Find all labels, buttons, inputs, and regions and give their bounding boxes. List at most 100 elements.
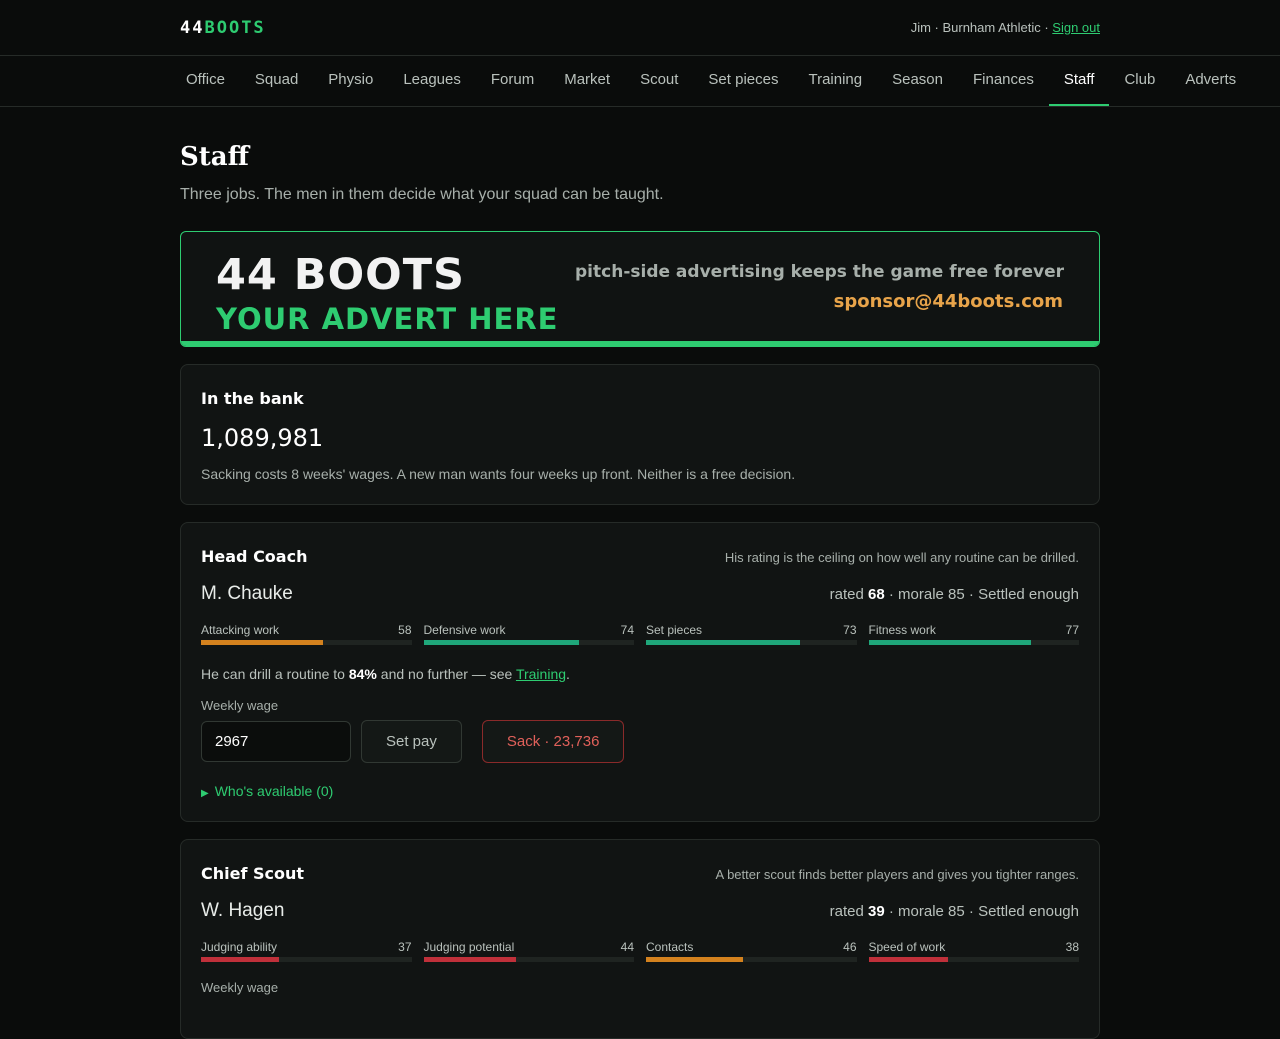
sign-out-link[interactable]: Sign out (1052, 20, 1100, 35)
attribute-label: Attacking work (201, 623, 280, 637)
attribute-bar-fill (646, 640, 800, 645)
wage-controls: Set pay Sack · 23,736 (201, 720, 1079, 763)
main-content: Staff Three jobs. The men in them decide… (180, 107, 1100, 1039)
drill-prefix: He can drill a routine to (201, 666, 349, 682)
nav-tab-club[interactable]: Club (1109, 56, 1170, 106)
top-bar: 44BOOTS Jim · Burnham Athletic · Sign ou… (0, 0, 1280, 56)
training-link[interactable]: Training (516, 666, 566, 682)
head-coach-name: M. Chauke (201, 583, 293, 604)
nav-tab-training[interactable]: Training (793, 56, 877, 106)
attribute-header: Attacking work 58 (201, 623, 412, 637)
advert-slogan: YOUR ADVERT HERE (216, 302, 559, 336)
meta-suffix: · morale 85 · Settled enough (884, 586, 1079, 603)
nav-tab-season[interactable]: Season (877, 56, 958, 106)
attribute-value: 38 (1065, 940, 1079, 954)
attribute-header: Speed of work 38 (869, 940, 1080, 954)
whos-available-toggle[interactable]: ▶ Who's available (0) (201, 783, 1079, 799)
wage-input[interactable] (201, 721, 351, 762)
attribute-value: 73 (843, 623, 857, 637)
chief-scout-attributes: Judging ability 37 Judging potential 44 Cont… (201, 940, 1079, 962)
logo-suffix: BOOTS (204, 18, 266, 38)
logo-prefix: 44 (180, 18, 205, 38)
advert-email: sponsor@44boots.com (833, 291, 1063, 312)
attribute-header: Judging potential 44 (424, 940, 635, 954)
head-coach-summary: M. Chauke rated 68 · morale 85 · Settled… (201, 583, 1079, 605)
attribute-label: Set pieces (646, 623, 703, 637)
nav-tab-finances[interactable]: Finances (958, 56, 1049, 106)
nav-tab-market[interactable]: Market (549, 56, 625, 106)
attribute-label: Fitness work (868, 623, 936, 637)
attribute-attacking-work: Attacking work 58 (201, 623, 412, 645)
attribute-header: Judging ability 37 (201, 940, 412, 954)
disclosure-triangle-icon: ▶ (201, 788, 209, 799)
nav-tab-forum[interactable]: Forum (476, 56, 549, 106)
nav-tab-leagues[interactable]: Leagues (388, 56, 476, 106)
nav-tab-physio[interactable]: Physio (313, 56, 388, 106)
attribute-value: 46 (843, 940, 857, 954)
nav-tab-squad[interactable]: Squad (240, 56, 313, 106)
attribute-value: 44 (620, 940, 634, 954)
head-coach-rating: 68 (868, 586, 885, 603)
attribute-speed-of-work: Speed of work 38 (868, 940, 1080, 962)
attribute-value: 37 (398, 940, 412, 954)
attribute-bar-fill (646, 957, 743, 962)
head-coach-attributes: Attacking work 58 Defensive work 74 Set piec… (201, 623, 1079, 645)
bank-amount: 1,089,981 (201, 424, 324, 452)
meta-prefix: rated (829, 586, 869, 603)
nav-tab-adverts[interactable]: Adverts (1170, 56, 1251, 106)
chief-scout-hint: A better scout finds better players and … (715, 867, 1080, 882)
drill-mid: and no further — see (376, 666, 516, 682)
meta-suffix: · morale 85 · Settled enough (884, 903, 1079, 920)
nav-tab-set-pieces[interactable]: Set pieces (693, 56, 793, 106)
head-coach-meta: rated 68 · morale 85 · Settled enough (830, 586, 1079, 603)
attribute-bar-track (646, 957, 857, 962)
attribute-bar-track (868, 640, 1079, 645)
attribute-set-pieces: Set pieces 73 (646, 623, 857, 645)
attribute-defensive-work: Defensive work 74 (423, 623, 635, 645)
chief-scout-meta: rated 39 · morale 85 · Settled enough (830, 903, 1079, 920)
attribute-value: 58 (398, 623, 412, 637)
attribute-header: Defensive work 74 (424, 623, 635, 637)
wage-label: Weekly wage (201, 698, 279, 713)
page-title: Staff (180, 142, 249, 172)
nav-tab-staff[interactable]: Staff (1048, 56, 1110, 106)
attribute-bar-fill (201, 640, 324, 645)
attribute-value: 74 (620, 623, 634, 637)
site-logo[interactable]: 44BOOTS (180, 18, 266, 38)
wage-label: Weekly wage (201, 980, 279, 995)
chief-scout-name: W. Hagen (201, 900, 285, 921)
attribute-bar-track (201, 957, 412, 962)
attribute-bar-fill (868, 640, 1031, 645)
nav-tab-scout[interactable]: Scout (625, 56, 693, 106)
attribute-label: Judging ability (201, 940, 278, 954)
drill-value: 84% (348, 666, 377, 682)
attribute-bar-track (646, 640, 857, 645)
attribute-bar-track (201, 640, 412, 645)
sack-button[interactable]: Sack · 23,736 (481, 720, 625, 763)
advert-banner[interactable]: 44 BOOTS YOUR ADVERT HERE pitch-side adv… (180, 231, 1100, 347)
advert-brand: 44 BOOTS (216, 250, 465, 300)
attribute-bar-fill (868, 957, 949, 962)
attribute-label: Contacts (646, 940, 694, 954)
main-nav: Office Squad Physio Leagues Forum Market Scout… (0, 56, 1280, 107)
attribute-bar-fill (201, 957, 279, 962)
head-coach-card: Head Coach His rating is the ceiling on … (180, 522, 1100, 822)
advert-tagline: pitch-side advertising keeps the game fr… (575, 262, 1064, 282)
whos-available-label: Who's available (0) (214, 783, 334, 799)
attribute-bar-fill (423, 640, 580, 645)
set-pay-button[interactable]: Set pay (361, 720, 462, 763)
attribute-bar-track (423, 957, 634, 962)
nav-tab-office[interactable]: Office (180, 56, 240, 106)
user-club: Jim · Burnham Athletic · (910, 20, 1053, 35)
attribute-fitness-work: Fitness work 77 (868, 623, 1079, 645)
chief-scout-summary: W. Hagen rated 39 · morale 85 · Settled … (201, 900, 1079, 922)
attribute-value: 77 (1065, 623, 1079, 637)
attribute-header: Contacts 46 (646, 940, 857, 954)
page-subtitle: Three jobs. The men in them decide what … (180, 186, 664, 203)
attribute-contacts: Contacts 46 (646, 940, 857, 962)
attribute-bar-track (868, 957, 1079, 962)
attribute-label: Defensive work (423, 623, 506, 637)
bank-title: In the bank (201, 389, 304, 408)
attribute-judging-ability: Judging ability 37 (201, 940, 412, 962)
attribute-label: Judging potential (423, 940, 515, 954)
